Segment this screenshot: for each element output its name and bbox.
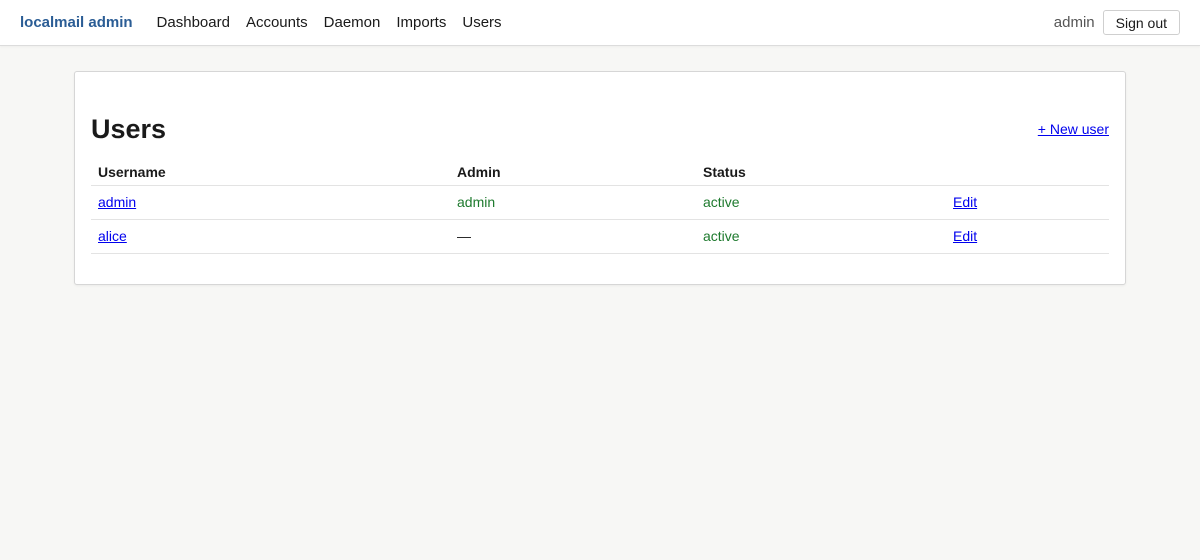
main-nav: Dashboard Accounts Daemon Imports Users bbox=[157, 14, 518, 31]
new-user-link[interactable]: + New user bbox=[1038, 121, 1109, 137]
header-actions bbox=[946, 159, 1109, 186]
table-row: alice — active Edit bbox=[91, 219, 1109, 254]
table-row: admin admin active Edit bbox=[91, 185, 1109, 220]
page-title: Users bbox=[91, 113, 167, 144]
admin-cell: — bbox=[450, 219, 696, 254]
edit-link[interactable]: Edit bbox=[953, 228, 977, 244]
header-username: Username bbox=[91, 159, 450, 186]
nav-daemon[interactable]: Daemon bbox=[324, 14, 381, 31]
nav-accounts[interactable]: Accounts bbox=[246, 14, 308, 31]
users-card: Users + New user Username Admin Status a… bbox=[74, 71, 1126, 285]
table-header-row: Username Admin Status bbox=[91, 159, 1109, 186]
edit-link[interactable]: Edit bbox=[953, 194, 977, 210]
status-cell: active bbox=[696, 219, 946, 254]
nav-dashboard[interactable]: Dashboard bbox=[157, 14, 230, 31]
username-link[interactable]: alice bbox=[98, 228, 127, 244]
nav-users[interactable]: Users bbox=[462, 14, 501, 31]
header-status: Status bbox=[696, 159, 946, 186]
brand-link[interactable]: localmail admin bbox=[20, 14, 133, 31]
status-cell: active bbox=[696, 185, 946, 220]
nav-imports[interactable]: Imports bbox=[396, 14, 446, 31]
header-admin: Admin bbox=[450, 159, 696, 186]
users-table: Username Admin Status admin admin active… bbox=[91, 159, 1109, 254]
username-link[interactable]: admin bbox=[98, 194, 136, 210]
top-navbar: localmail admin Dashboard Accounts Daemo… bbox=[0, 0, 1200, 46]
current-user: admin bbox=[1053, 14, 1095, 31]
sign-out-button[interactable]: Sign out bbox=[1102, 10, 1180, 35]
card-header: Users + New user bbox=[91, 99, 1109, 159]
admin-cell: admin bbox=[450, 185, 696, 220]
